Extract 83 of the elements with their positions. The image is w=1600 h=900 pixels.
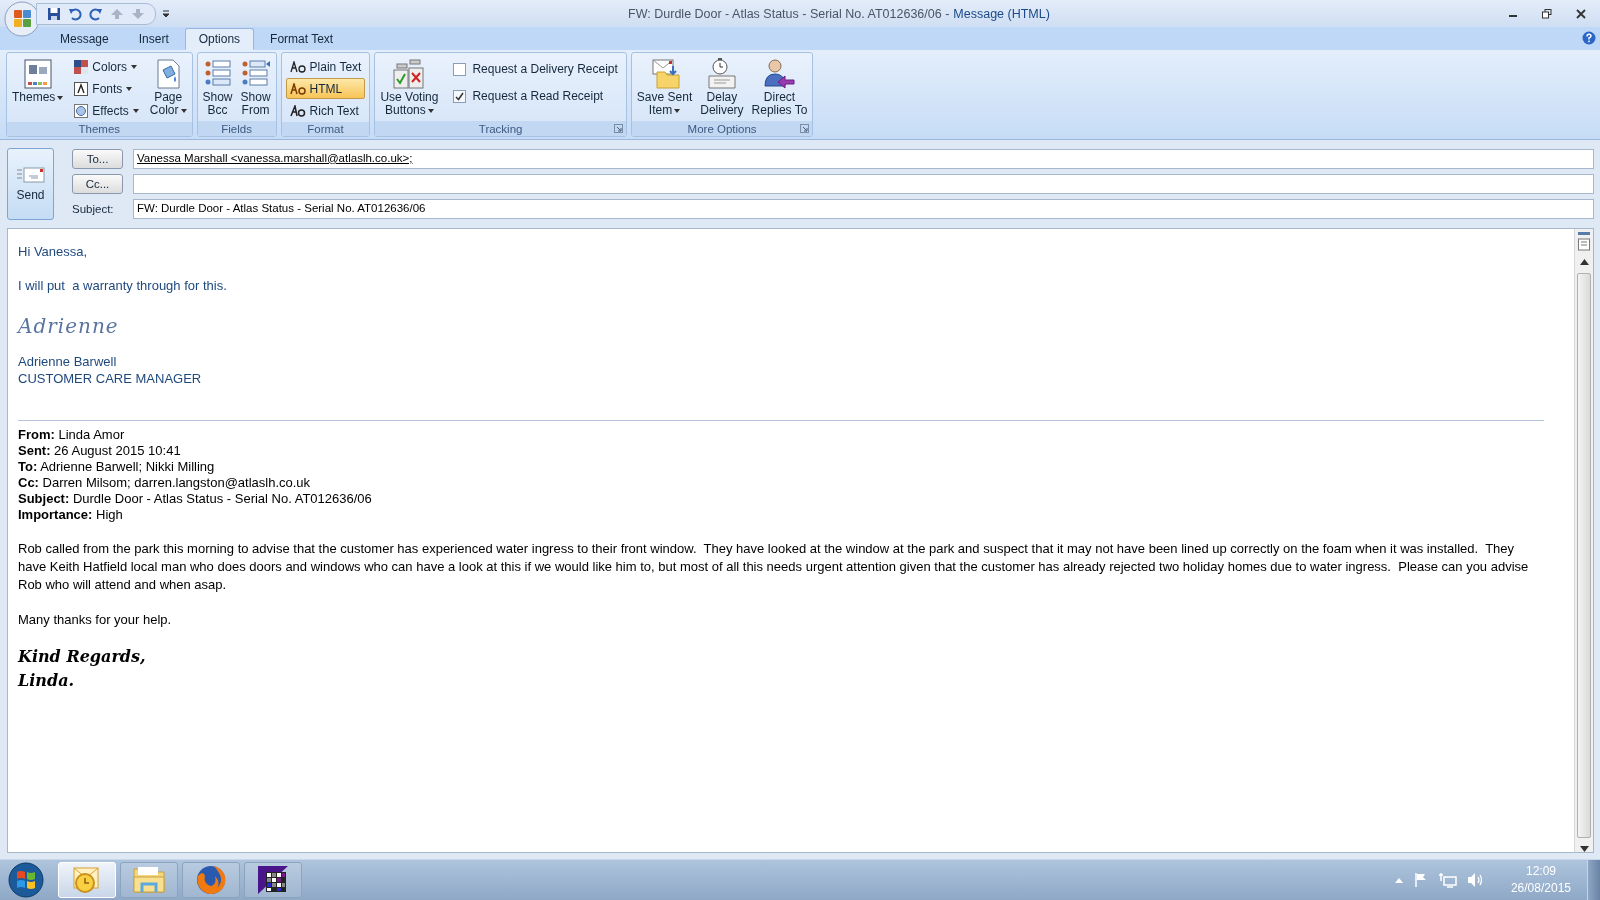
ribbon-button[interactable]: Save Sent Item	[633, 55, 696, 119]
save-icon[interactable]	[47, 6, 61, 21]
group-label: Format	[307, 123, 344, 135]
show-desktop-button[interactable]	[1587, 860, 1600, 900]
ribbon-icon	[22, 57, 53, 91]
scroll-thumb[interactable]	[1577, 273, 1591, 838]
dialog-launcher-icon[interactable]	[800, 124, 810, 133]
format-button[interactable]: Rich Text	[285, 100, 366, 121]
ribbon-tab[interactable]: Insert	[124, 28, 183, 50]
to-button[interactable]: To...	[72, 148, 123, 169]
forward-header-line: Subject: Durdle Door - Atlas Status - Serial No. AT012636/06	[18, 491, 373, 507]
envelope-icon	[15, 166, 46, 184]
forward-header-line: Cc: Darren Milsom; darren.langston@atlaslh.co.uk	[18, 475, 312, 491]
ribbon-button[interactable]: Show From	[237, 55, 274, 119]
ribbon-button[interactable]: Themes	[9, 55, 67, 106]
scroll-down-icon[interactable]	[1579, 846, 1589, 852]
sign-off-text: Linda.	[18, 670, 76, 692]
checkbox[interactable]	[453, 62, 467, 76]
forward-header-line: To: Adrienne Barwell; Nikki Milling	[18, 459, 216, 475]
message-paragraph: Many thanks for your help.	[18, 611, 173, 629]
sender-title: CUSTOMER CARE MANAGER	[18, 370, 203, 387]
format-icon	[289, 104, 306, 117]
greeting-text: Hi Vanessa,	[18, 243, 89, 260]
browser-globe-icon	[195, 864, 227, 896]
ribbon-tab[interactable]: Format Text	[256, 28, 348, 50]
close-icon[interactable]	[1576, 8, 1586, 19]
ribbon-button[interactable]: Effects	[70, 100, 143, 121]
help-icon[interactable]	[1582, 31, 1596, 45]
ribbon-icon	[74, 81, 89, 96]
ribbon-button[interactable]: Direct Replies To	[748, 55, 811, 119]
format-icon	[289, 82, 306, 95]
checkbox-label[interactable]: Request a Delivery Receipt	[472, 62, 618, 76]
ribbon-button[interactable]: Fonts	[70, 78, 143, 99]
ruler-toggle-icon[interactable]	[1577, 231, 1591, 253]
subject-field[interactable]: FW: Durdle Door - Atlas Status - Serial No. AT012636/06	[133, 198, 1594, 219]
checkbox[interactable]	[453, 89, 467, 103]
grid-app-icon	[256, 864, 290, 896]
ribbon-button[interactable]: Page Color	[146, 55, 190, 119]
restore-icon[interactable]	[1542, 8, 1552, 19]
format-button[interactable]: Plain Text	[285, 56, 366, 77]
customize-caret-icon[interactable]	[162, 9, 170, 18]
format-icon	[289, 60, 306, 73]
ribbon-icon	[763, 57, 796, 91]
ribbon-tab[interactable]: Options	[184, 28, 255, 50]
ribbon-tab[interactable]: Message	[46, 28, 123, 50]
sign-off-text: Kind Regards,	[18, 646, 147, 668]
format-button[interactable]: HTML	[285, 78, 366, 99]
app-title: Message (HTML)	[953, 6, 1050, 21]
ribbon-icon	[393, 57, 426, 91]
cc-button[interactable]: Cc...	[72, 173, 123, 194]
scrollbar[interactable]	[1574, 229, 1593, 852]
dialog-launcher-icon[interactable]	[613, 124, 623, 133]
forward-header-line: From: Linda Amor	[18, 427, 126, 443]
ribbon-button[interactable]: Colors	[70, 56, 143, 77]
forward-header-line: Sent: 26 August 2015 10:41	[18, 443, 182, 459]
send-button[interactable]: Send	[7, 148, 54, 220]
window-title: FW: Durdle Door - Atlas Status - Serial No. AT012636/06 -	[628, 6, 950, 21]
taskbar-button[interactable]	[244, 862, 302, 898]
ribbon-button[interactable]: Use Voting Buttons	[377, 55, 442, 119]
group-label: Themes	[78, 123, 121, 135]
forward-header-line: Importance: High	[18, 507, 124, 523]
group-label: More Options	[687, 122, 757, 135]
scroll-up-icon[interactable]	[1579, 259, 1589, 265]
folder-icon	[132, 865, 166, 895]
message-paragraph: Rob called from the park this morning to advise that the customer has experienced water ingress to their front window. They have looked at the window at the park and suspect that it may not have been lined up correctly on the foam when it was installed. They have Keith Hatfield local man who does doors and windows who can have a look at this if we would like him to, but most of all this needs urgent attention given that the customer has already rejected two holiday homes due to water ingress. Please can you advise Rob who will attend and when asap.	[18, 540, 1530, 594]
ribbon-icon	[74, 59, 89, 74]
to-field[interactable]: Vanessa Marshall <vanessa.marshall@atlaslh.co.uk>;	[133, 148, 1594, 169]
ribbon-button[interactable]: Show Bcc	[199, 55, 236, 119]
message-text: I will put a warranty through for this.	[18, 277, 228, 294]
ribbon-icon	[74, 103, 89, 118]
redo-icon[interactable]	[89, 6, 103, 21]
start-button-icon[interactable]	[8, 862, 44, 898]
sender-name: Adrienne Barwell	[18, 353, 118, 370]
group-label: Tracking	[478, 122, 523, 135]
undo-icon[interactable]	[68, 6, 82, 21]
recipient-link[interactable]: Vanessa Marshall <vanessa.marshall@atlaslh.co.uk>;	[137, 151, 413, 164]
group-label: Fields	[221, 122, 252, 135]
ribbon-button[interactable]: Delay Delivery	[697, 55, 747, 119]
subject-label: Subject:	[72, 202, 115, 215]
checkbox-label[interactable]: Request a Read Receipt	[472, 89, 604, 103]
ribbon-icon	[705, 57, 738, 91]
signature-text: Adrienne	[18, 313, 120, 340]
cc-field[interactable]	[133, 173, 1594, 194]
